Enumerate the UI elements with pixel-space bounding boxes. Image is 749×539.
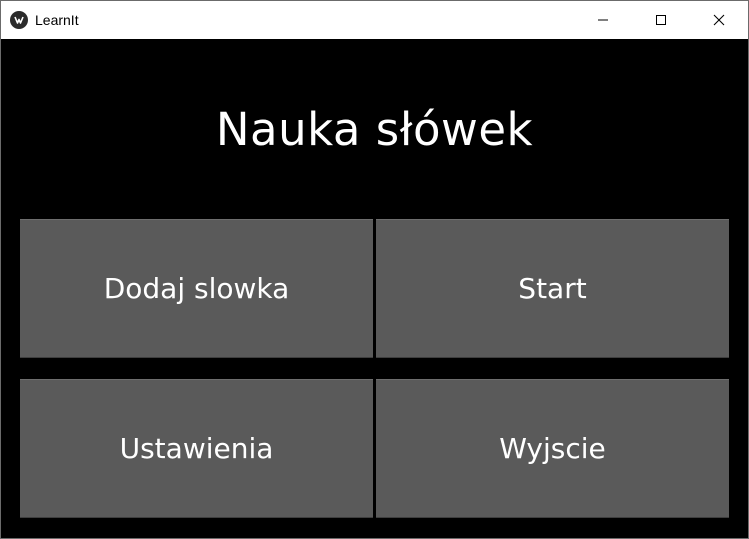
settings-button[interactable]: Ustawienia — [20, 379, 373, 518]
minimize-button[interactable] — [574, 1, 632, 39]
add-words-button[interactable]: Dodaj slowka — [20, 219, 373, 358]
exit-button[interactable]: Wyjscie — [376, 379, 729, 518]
main-content: Nauka słówek Dodaj slowka Start Ustawien… — [1, 39, 748, 538]
app-window: LearnIt Nauka słówek Dodaj slowka Start — [0, 0, 749, 539]
close-button[interactable] — [690, 1, 748, 39]
window-controls — [574, 1, 748, 39]
close-icon — [713, 11, 725, 30]
app-logo-icon — [10, 11, 28, 29]
maximize-icon — [655, 11, 667, 30]
title-bar[interactable]: LearnIt — [1, 1, 748, 39]
window-title: LearnIt — [35, 12, 79, 28]
minimize-icon — [597, 11, 609, 30]
start-button[interactable]: Start — [376, 219, 729, 358]
page-title: Nauka słówek — [215, 103, 534, 156]
maximize-button[interactable] — [632, 1, 690, 39]
